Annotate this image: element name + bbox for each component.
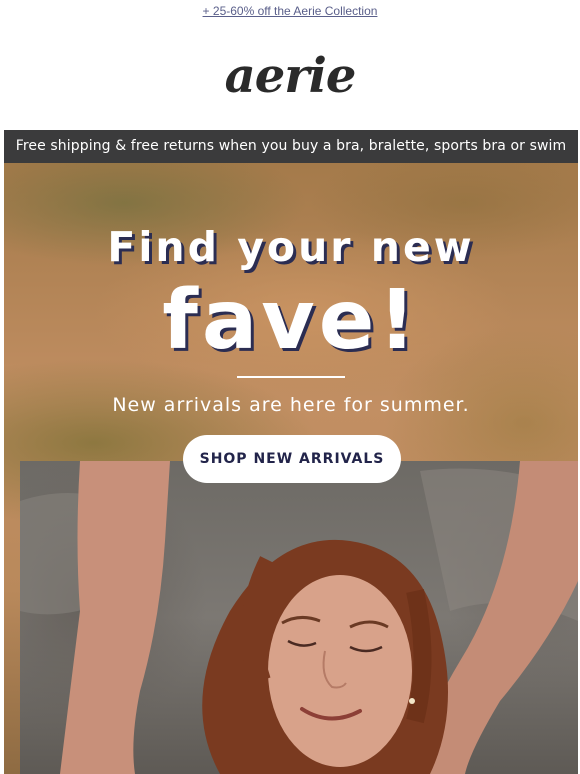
hero-banner[interactable]: Find your new fave! New arrivals are her…: [4, 163, 578, 774]
hero-subtitle: New arrivals are here for summer.: [112, 394, 470, 416]
hair-strand: [406, 589, 432, 724]
model-illustration: [20, 461, 578, 774]
preheader-link[interactable]: + 25-60% off the Aerie Collection: [203, 4, 378, 18]
logo-text: aerie: [225, 48, 355, 104]
hero-title-line1: Find your new: [107, 223, 475, 271]
hero-title-line2: fave!: [162, 273, 420, 368]
hero-divider: [237, 376, 345, 378]
hero-model-photo[interactable]: [20, 461, 578, 774]
preheader: + 25-60% off the Aerie Collection: [0, 0, 580, 18]
shop-new-arrivals-button[interactable]: SHOP NEW ARRIVALS: [183, 435, 401, 483]
cta-label: SHOP NEW ARRIVALS: [199, 451, 385, 467]
shipping-banner-text: Free shipping & free returns when you bu…: [15, 138, 567, 154]
aerie-logo[interactable]: aerie: [225, 42, 355, 108]
brand-logo-container: aerie: [0, 40, 580, 110]
face: [268, 575, 412, 767]
earring: [409, 698, 415, 704]
shipping-banner[interactable]: Free shipping & free returns when you bu…: [4, 130, 578, 163]
